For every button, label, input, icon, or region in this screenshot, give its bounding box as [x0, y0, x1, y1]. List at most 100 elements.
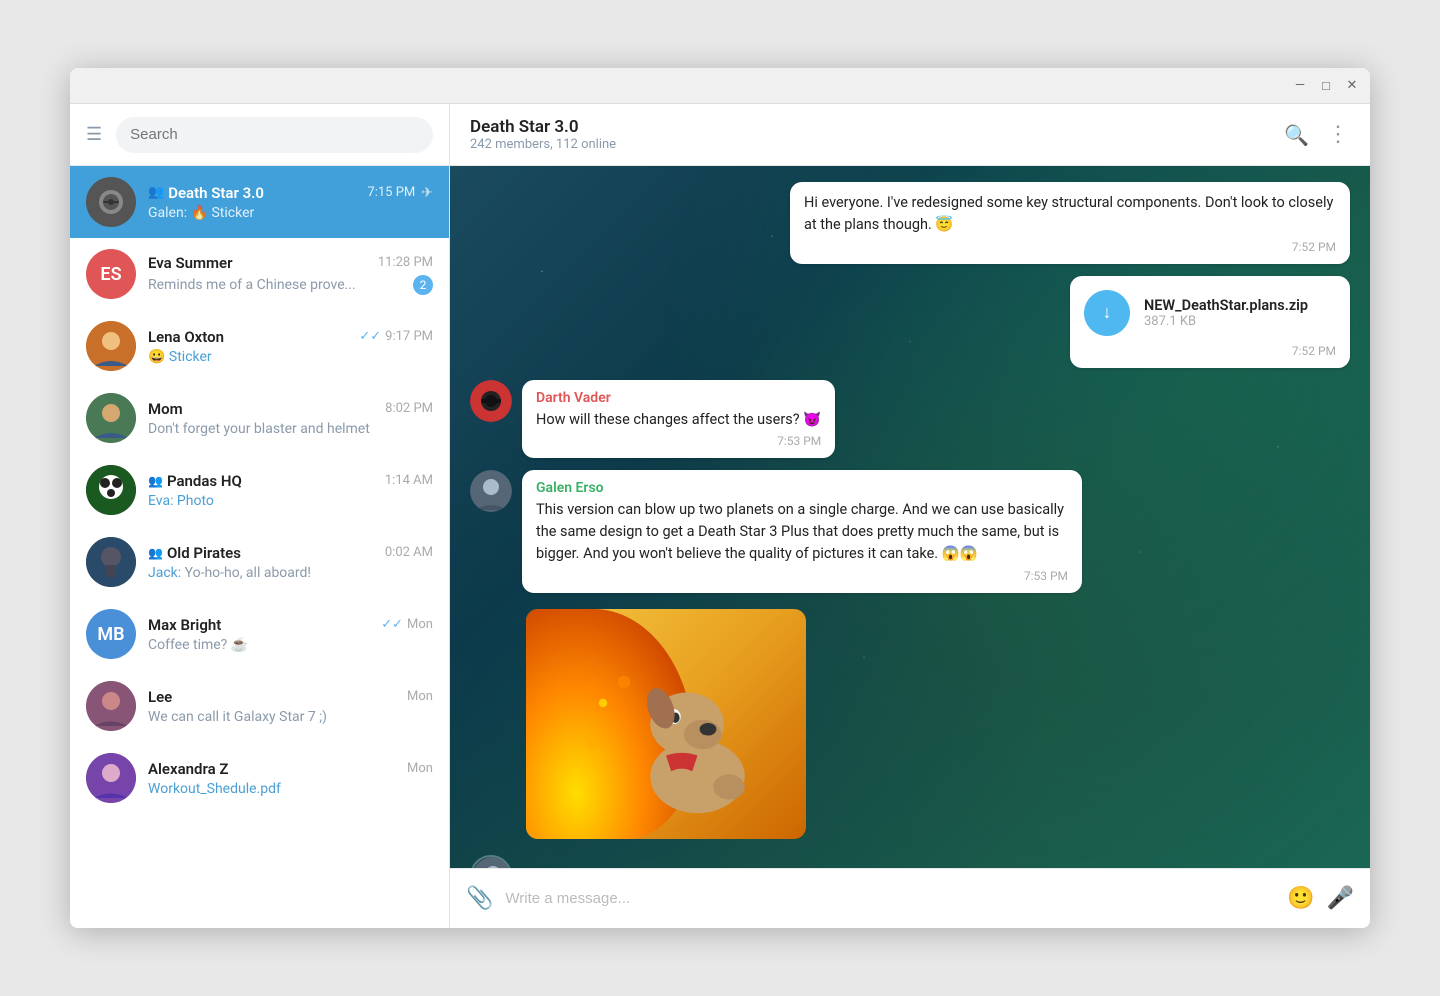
message-time: 7:52 PM [804, 240, 1336, 254]
chat-name: 👥 Old Pirates [148, 544, 241, 562]
chat-preview: Galen: 🔥 Sticker [148, 205, 254, 221]
message-text: Hi everyone. I've redesigned some key st… [804, 192, 1336, 236]
avatar [86, 537, 136, 587]
message-row: Hi everyone. I've redesigned some key st… [470, 182, 1350, 264]
message-bubble: Darth Vader How will these changes affec… [522, 380, 835, 459]
chat-name: Lena Oxton [148, 328, 224, 346]
file-name: NEW_DeathStar.plans.zip [1144, 297, 1308, 314]
app-window: — □ ✕ ☰ [70, 68, 1370, 928]
sender-avatar [470, 380, 512, 422]
message-time: 7:52 PM [1084, 344, 1336, 358]
file-info: NEW_DeathStar.plans.zip 387.1 KB [1144, 297, 1308, 329]
chat-item[interactable]: Lee Mon We can call it Galaxy Star 7 ;) [70, 670, 449, 742]
avatar [86, 465, 136, 515]
chat-time: Mon [407, 761, 433, 776]
chat-info: Alexandra Z Mon Workout_Shedule.pdf [148, 760, 433, 797]
title-bar-buttons: — □ ✕ [1292, 78, 1360, 94]
avatar: ES [86, 249, 136, 299]
messages-area: Hi everyone. I've redesigned some key st… [450, 166, 1370, 855]
title-bar: — □ ✕ [70, 68, 1370, 104]
message-row: Darth Vader How will these changes affec… [470, 380, 1350, 459]
mic-icon[interactable]: 🎤 [1327, 886, 1354, 911]
message-bubble: Galen Erso This version can blow up two … [522, 470, 1082, 592]
chat-header-info: Death Star 3.0 242 members, 112 online [470, 117, 1284, 152]
chat-info: Lee Mon We can call it Galaxy Star 7 ;) [148, 688, 433, 725]
chat-preview: Reminds me of a Chinese prove... [148, 277, 356, 293]
chat-info: 👥 Pandas HQ 1:14 AM Eva: Photo [148, 472, 433, 509]
chat-item[interactable]: 👥 Old Pirates 0:02 AM Jack: Yo-ho-ho, al… [70, 526, 449, 598]
chat-name: Mom [148, 400, 183, 418]
emoji-icon[interactable]: 🙂 [1287, 886, 1314, 911]
file-message-bubble: ↓ NEW_DeathStar.plans.zip 387.1 KB 7:52 … [1070, 276, 1350, 368]
read-receipt-icon: ✓✓ [359, 329, 381, 344]
chat-preview: We can call it Galaxy Star 7 ;) [148, 709, 327, 725]
search-input[interactable] [130, 126, 419, 143]
sticker-image [526, 609, 806, 839]
chat-time: 1:14 AM [385, 473, 433, 488]
chat-time: 7:15 PM [367, 185, 415, 200]
avatar [86, 321, 136, 371]
message-input[interactable] [505, 890, 1275, 907]
chat-time: Mon [407, 689, 433, 704]
avatar [86, 393, 136, 443]
chat-item[interactable]: 👥 Death Star 3.0 7:15 PM ✈ Galen: 🔥 Stic… [70, 166, 449, 238]
download-button[interactable]: ↓ [1084, 290, 1130, 336]
chat-preview: 😀 Sticker [148, 349, 212, 365]
chat-name: 👥 Pandas HQ [148, 472, 242, 490]
chat-info: Lena Oxton ✓✓ 9:17 PM 😀 Sticker [148, 328, 433, 365]
chat-time: 0:02 AM [385, 545, 433, 560]
chat-background: Hi everyone. I've redesigned some key st… [450, 166, 1370, 868]
maximize-button[interactable]: □ [1318, 78, 1334, 94]
chat-name: 👥 Death Star 3.0 [148, 184, 264, 202]
attach-icon[interactable]: 📎 [466, 886, 493, 911]
pin-icon: ✈ [421, 185, 433, 201]
app-body: ☰ [70, 104, 1370, 928]
read-receipt-icon: ✓✓ [381, 617, 403, 632]
message-text: This version can blow up two planets on … [536, 499, 1068, 564]
chat-preview: Workout_Shedule.pdf [148, 781, 281, 797]
search-icon[interactable]: 🔍 [1284, 123, 1309, 147]
unread-badge: 2 [413, 275, 433, 295]
chat-header-subtitle: 242 members, 112 online [470, 137, 1284, 152]
chat-name: Max Bright [148, 616, 221, 634]
chat-time: Mon [407, 617, 433, 632]
message-time: 7:53 PM [536, 569, 1068, 583]
chat-preview: Eva: Photo [148, 493, 214, 509]
chat-name: Alexandra Z [148, 760, 228, 778]
chat-preview: Coffee time? ☕ [148, 637, 248, 653]
chat-item[interactable]: Lena Oxton ✓✓ 9:17 PM 😀 Sticker [70, 310, 449, 382]
chat-panel: Death Star 3.0 242 members, 112 online 🔍… [450, 104, 1370, 928]
message-row: ↓ NEW_DeathStar.plans.zip 387.1 KB 7:52 … [470, 276, 1350, 368]
minimize-button[interactable]: — [1292, 78, 1308, 94]
chat-preview: Don't forget your blaster and helmet [148, 421, 370, 437]
chat-time: 9:17 PM [385, 329, 433, 344]
chat-input-bar: 📎 🙂 🎤 [450, 868, 1370, 928]
chat-preview: Jack: Yo-ho-ho, all aboard! [148, 565, 311, 581]
chat-header: Death Star 3.0 242 members, 112 online 🔍… [450, 104, 1370, 166]
chat-time: 8:02 PM [385, 401, 433, 416]
chat-info: Max Bright ✓✓ Mon Coffee time? ☕ [148, 616, 433, 653]
chat-name: Lee [148, 688, 172, 706]
chat-info: Mom 8:02 PM Don't forget your blaster an… [148, 400, 433, 437]
chat-item[interactable]: MB Max Bright ✓✓ Mon Coffee time? ☕ [70, 598, 449, 670]
sidebar: ☰ [70, 104, 450, 928]
sticker-bg [526, 609, 806, 839]
message-bubble: Hi everyone. I've redesigned some key st… [790, 182, 1350, 264]
chat-name: Eva Summer [148, 254, 233, 272]
file-bubble: ↓ NEW_DeathStar.plans.zip 387.1 KB [1084, 286, 1336, 340]
chat-item[interactable]: Mom 8:02 PM Don't forget your blaster an… [70, 382, 449, 454]
message-time: 7:53 PM [536, 434, 821, 448]
chat-info: Eva Summer 11:28 PM Reminds me of a Chin… [148, 254, 433, 295]
search-box[interactable] [116, 117, 433, 153]
message-row: Galen Erso This version can blow up two … [470, 470, 1350, 592]
sender-avatar [470, 470, 512, 512]
menu-icon[interactable]: ☰ [86, 124, 102, 145]
avatar: MB [86, 609, 136, 659]
more-icon[interactable]: ⋮ [1327, 122, 1350, 147]
chat-item[interactable]: ES Eva Summer 11:28 PM Reminds me of a C… [70, 238, 449, 310]
chat-item[interactable]: Alexandra Z Mon Workout_Shedule.pdf [70, 742, 449, 814]
chat-item[interactable]: 👥 Pandas HQ 1:14 AM Eva: Photo [70, 454, 449, 526]
close-button[interactable]: ✕ [1344, 78, 1360, 94]
message-sender: Galen Erso [536, 480, 1068, 496]
chat-header-title: Death Star 3.0 [470, 117, 1284, 137]
